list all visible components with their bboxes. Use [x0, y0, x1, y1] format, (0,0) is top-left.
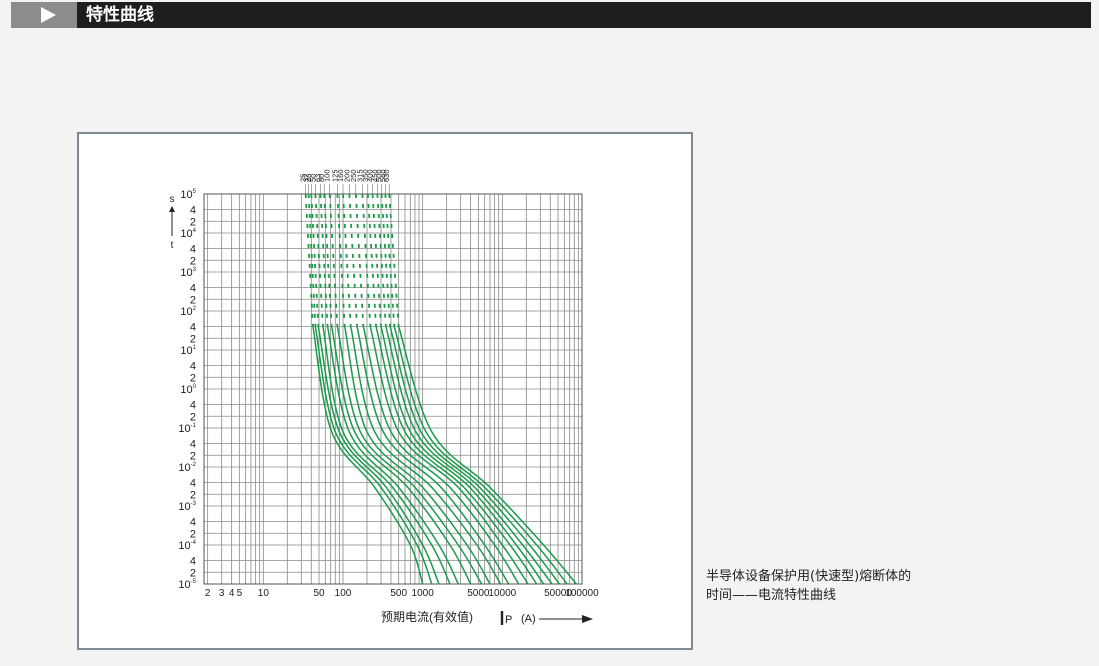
y-tick-label-minor: 2 [190, 333, 196, 345]
x-tick-label: 5 [237, 588, 243, 599]
section-header-bar: 特性曲线 [11, 2, 1091, 28]
y-tick-label: 10-1 [178, 423, 196, 435]
x-tick-label: 3 [219, 588, 225, 599]
y-tick-label: 10-3 [178, 501, 196, 513]
y-tick-label-minor: 2 [190, 294, 196, 306]
y-tick-label-minor: 2 [190, 372, 196, 384]
y-tick-label: 10-5 [178, 579, 196, 591]
header-arrow-box [11, 2, 77, 28]
characteristic-curve-chart: 10542104421034210242101421004210-14210-2… [169, 169, 599, 626]
y-tick-label-minor: 2 [190, 567, 196, 579]
x-axis-symbol-subscript: P [505, 614, 512, 626]
y-axis-label: t [171, 240, 174, 251]
x-axis-arrow-head-icon [582, 615, 593, 623]
y-tick-label: 102 [180, 306, 196, 318]
y-tick-label-minor: 4 [190, 322, 196, 334]
y-tick-label-minor: 4 [190, 283, 196, 295]
caption-line-2: 时间——电流特性曲线 [706, 588, 837, 603]
y-tick-label-minor: 4 [190, 517, 196, 529]
y-tick-label: 10-2 [178, 462, 196, 474]
x-tick-label: 50 [313, 588, 325, 599]
x-tick-label: 1000 [412, 588, 435, 599]
y-tick-label: 105 [180, 189, 196, 201]
y-tick-label: 10-4 [178, 540, 196, 552]
y-axis-arrow-head-icon [169, 206, 175, 212]
section-title: 特性曲线 [86, 5, 154, 25]
y-tick-label: 101 [180, 345, 196, 357]
x-axis-unit: (A) [521, 613, 536, 625]
x-tick-label: 2 [205, 588, 211, 599]
caption-line-1: 半导体设备保护用(快速型)熔断体的 [706, 569, 912, 584]
x-tick-label: 5000 [467, 588, 490, 599]
y-tick-label-minor: 2 [190, 489, 196, 501]
y-tick-label: 100 [180, 384, 196, 396]
y-tick-label-minor: 2 [190, 411, 196, 423]
x-tick-label: 10 [258, 588, 270, 599]
y-tick-label-minor: 2 [190, 216, 196, 228]
x-axis-label: 预期电流(有效值) [381, 609, 473, 624]
x-tick-label: 100 [335, 588, 352, 599]
y-tick-label-minor: 2 [190, 255, 196, 267]
chart-frame: 105 4 2 104 4 2 103 4 2 102 4 2 101 4 2 100 4 2 10-1 4 2 10-2… [77, 132, 693, 650]
chart-caption: 半导体设备保护用(快速型)熔断体的 时间——电流特性曲线 [706, 567, 911, 605]
y-tick-label-minor: 2 [190, 450, 196, 462]
y-tick-label-minor: 4 [190, 439, 196, 451]
y-tick-label: 103 [180, 267, 196, 279]
y-tick-label-minor: 4 [190, 400, 196, 412]
x-tick-label: 100000 [565, 588, 599, 599]
x-tick-label: 500 [390, 588, 407, 599]
y-axis-unit-label: s [170, 194, 175, 205]
play-arrow-icon [41, 7, 56, 23]
y-tick-label-minor: 4 [190, 361, 196, 373]
y-tick-label-minor: 4 [190, 478, 196, 490]
y-tick-label-minor: 4 [190, 244, 196, 256]
y-tick-label-minor: 4 [190, 205, 196, 217]
y-tick-label: 104 [180, 228, 196, 240]
x-tick-label: 4 [229, 588, 235, 599]
y-tick-label-minor: 4 [190, 556, 196, 568]
series-label-630: 630 [382, 169, 391, 182]
x-tick-label: 10000 [488, 588, 516, 599]
y-tick-label-minor: 2 [190, 528, 196, 540]
